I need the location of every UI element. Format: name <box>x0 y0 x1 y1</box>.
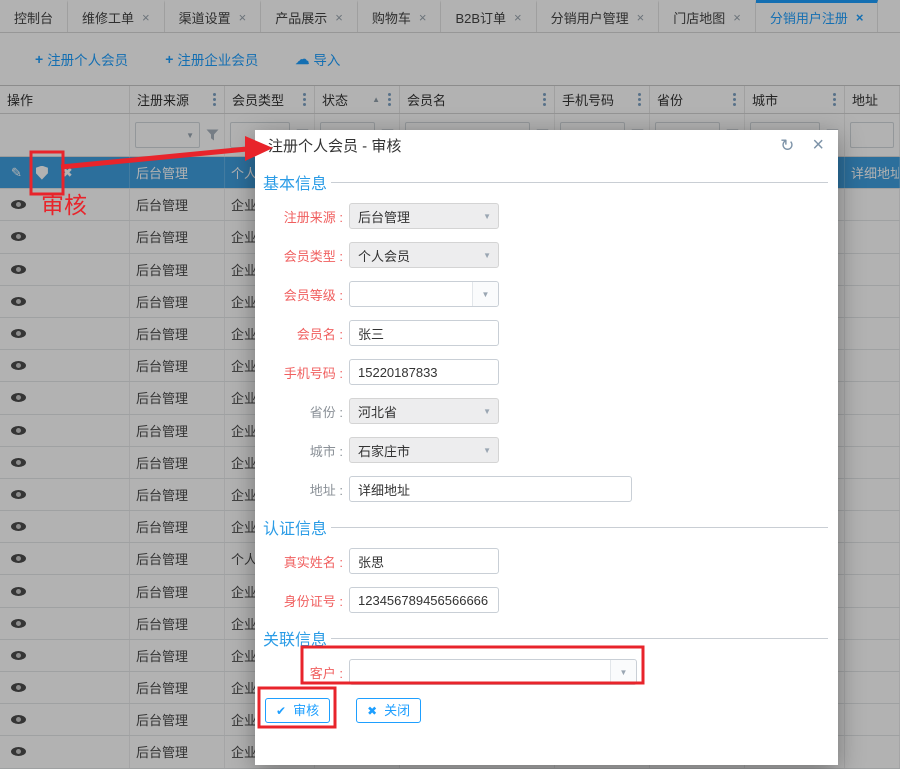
field-select[interactable]: ▼ <box>349 659 637 685</box>
field-value: 石家庄市 <box>358 443 411 459</box>
form-field: 真实姓名 : 张思 <box>263 548 828 574</box>
button-label: 关闭 <box>384 703 411 718</box>
modal-close-icon[interactable]: × <box>812 135 824 155</box>
field-label: 身份证号 : <box>283 593 343 609</box>
section-title: 认证信息 <box>263 521 328 538</box>
close-icon: ✖ <box>367 703 378 718</box>
dropdown-caret-icon: ▼ <box>483 406 491 416</box>
refresh-icon[interactable]: ↻ <box>780 137 794 154</box>
field-value: 后台管理 <box>358 209 411 225</box>
field-label: 城市 : <box>309 443 343 459</box>
form-field: 客户 : ▼ <box>263 659 828 685</box>
field-select: 后台管理 ▼ <box>349 203 499 229</box>
field-label: 省份 : <box>309 404 343 420</box>
field-input[interactable]: 123456789456566666 <box>349 587 499 613</box>
field-label: 客户 : <box>309 665 343 681</box>
form-field: 地址 : 详细地址 <box>263 476 828 502</box>
modal-title: 注册个人会员 - 审核 <box>268 137 402 155</box>
field-input[interactable]: 15220187833 <box>349 359 499 385</box>
section-line <box>331 526 828 528</box>
field-value: 张思 <box>358 554 385 570</box>
field-label: 地址 : <box>309 482 343 498</box>
dropdown-caret-icon: ▼ <box>483 211 491 221</box>
form-field: 注册来源 : 后台管理 ▼ <box>263 203 828 229</box>
form-field: 会员等级 : ▼ <box>263 281 828 307</box>
field-input[interactable]: 详细地址 <box>349 476 632 502</box>
field-select: 河北省 ▼ <box>349 398 499 424</box>
dropdown-button[interactable]: ▼ <box>610 660 636 684</box>
form-field: 身份证号 : 123456789456566666 <box>263 587 828 613</box>
field-select: 个人会员 ▼ <box>349 242 499 268</box>
dropdown-caret-icon: ▼ <box>483 250 491 260</box>
dropdown-caret-icon: ▼ <box>619 667 628 677</box>
section-title: 关联信息 <box>263 632 328 649</box>
field-value: 15220187833 <box>358 364 438 380</box>
section-header: 认证信息 <box>263 515 828 539</box>
modal-header: 注册个人会员 - 审核 ↻ × <box>255 130 838 160</box>
dropdown-caret-icon: ▼ <box>483 445 491 455</box>
field-label: 手机号码 : <box>283 365 343 381</box>
form-field: 会员类型 : 个人会员 ▼ <box>263 242 828 268</box>
field-label: 注册来源 : <box>283 209 343 225</box>
close-button[interactable]: ✖ 关闭 <box>356 698 422 723</box>
form-field: 手机号码 : 15220187833 <box>263 359 828 385</box>
check-icon: ✔ <box>276 703 287 718</box>
field-value: 河北省 <box>358 404 398 420</box>
section-line <box>331 637 828 639</box>
section-title: 基本信息 <box>263 176 328 193</box>
form-field: 城市 : 石家庄市 ▼ <box>263 437 828 463</box>
field-label: 真实姓名 : <box>283 554 343 570</box>
form-field: 省份 : 河北省 ▼ <box>263 398 828 424</box>
field-label: 会员类型 : <box>283 248 343 264</box>
dropdown-button[interactable]: ▼ <box>472 282 498 306</box>
field-value: 个人会员 <box>358 248 411 264</box>
field-label: 会员名 : <box>296 326 343 342</box>
section-header: 基本信息 <box>263 170 828 194</box>
field-input[interactable]: 张三 <box>349 320 499 346</box>
field-value: 123456789456566666 <box>358 592 489 608</box>
field-value: 张三 <box>358 326 385 342</box>
field-input[interactable]: 张思 <box>349 548 499 574</box>
button-label: 审核 <box>293 703 320 718</box>
modal-body: 基本信息注册来源 : 后台管理 ▼ 会员类型 : 个人会员 ▼ 会员等级 : ▼ 会员名 : 张三… <box>255 160 838 723</box>
field-label: 会员等级 : <box>283 287 343 303</box>
modal-buttons: ✔ 审核 ✖ 关闭 <box>265 698 828 723</box>
modal-register-review: 注册个人会员 - 审核 ↻ × 基本信息注册来源 : 后台管理 ▼ 会员类型 : 个人会… <box>255 130 838 765</box>
app-window: 控制台 维修工单 × 渠道设置 × 产品展示 × 购物车 × B2B订单 × 分销用户管理 × 门店地图 ×… <box>0 0 900 769</box>
field-select[interactable]: ▼ <box>349 281 499 307</box>
section-header: 关联信息 <box>263 626 828 650</box>
review-button[interactable]: ✔ 审核 <box>265 698 331 723</box>
form-field: 会员名 : 张三 <box>263 320 828 346</box>
field-value: 详细地址 <box>358 482 411 498</box>
dropdown-caret-icon: ▼ <box>481 289 490 299</box>
section-line <box>331 181 828 183</box>
field-select: 石家庄市 ▼ <box>349 437 499 463</box>
